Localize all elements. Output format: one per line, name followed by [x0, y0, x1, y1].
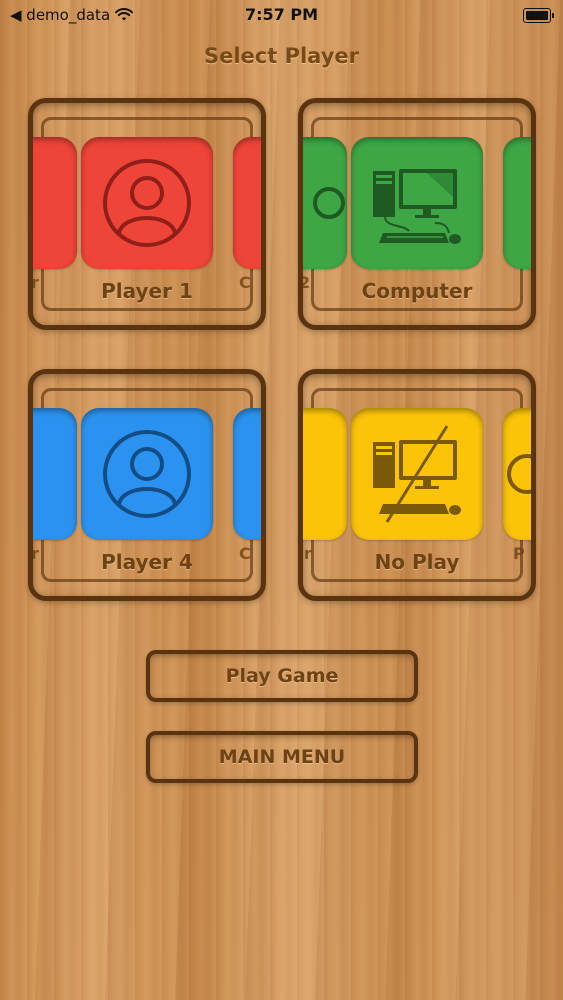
- computer-icon: [373, 169, 461, 244]
- selected-option-tile[interactable]: [351, 408, 483, 540]
- main-menu-button[interactable]: MAIN MENU: [146, 731, 418, 783]
- prev-option-tile[interactable]: [33, 408, 77, 540]
- play-game-button[interactable]: Play Game: [146, 650, 418, 702]
- user-icon: [507, 454, 531, 494]
- prev-option-tile[interactable]: [303, 137, 347, 269]
- next-option-label: C: [239, 273, 251, 292]
- selected-option-label: No Play: [374, 550, 460, 574]
- battery-icon: [523, 8, 554, 23]
- next-option-label: P: [513, 544, 525, 563]
- player-slot-3[interactable]: r Player 4 C: [28, 369, 266, 601]
- player-slot-2[interactable]: 2 Computer: [298, 98, 536, 330]
- prev-option-tile[interactable]: [303, 408, 347, 540]
- next-option-tile[interactable]: [233, 137, 261, 269]
- next-option-tile[interactable]: [233, 408, 261, 540]
- user-icon: [103, 430, 191, 518]
- no-play-icon: [373, 425, 461, 523]
- page-title: Select Player: [203, 44, 359, 68]
- next-option-tile[interactable]: [503, 137, 531, 269]
- status-time: 7:57 PM: [244, 5, 318, 24]
- selected-option-label: Computer: [361, 279, 473, 303]
- selected-option-tile[interactable]: [351, 137, 483, 269]
- selected-option-tile[interactable]: [81, 137, 213, 269]
- player-slot-1[interactable]: r Player 1 C: [28, 98, 266, 330]
- selected-option-label: Player 4: [101, 550, 193, 574]
- prev-option-tile[interactable]: [33, 137, 77, 269]
- player-slot-4[interactable]: er No Play P: [298, 369, 536, 601]
- next-option-tile[interactable]: [503, 408, 531, 540]
- selected-option-label: Player 1: [101, 279, 193, 303]
- next-option-label: C: [239, 544, 251, 563]
- selected-option-tile[interactable]: [81, 408, 213, 540]
- user-icon: [313, 187, 345, 219]
- status-bar: ◀ demo_data 7:57 PM: [0, 0, 563, 32]
- user-icon: [103, 159, 191, 247]
